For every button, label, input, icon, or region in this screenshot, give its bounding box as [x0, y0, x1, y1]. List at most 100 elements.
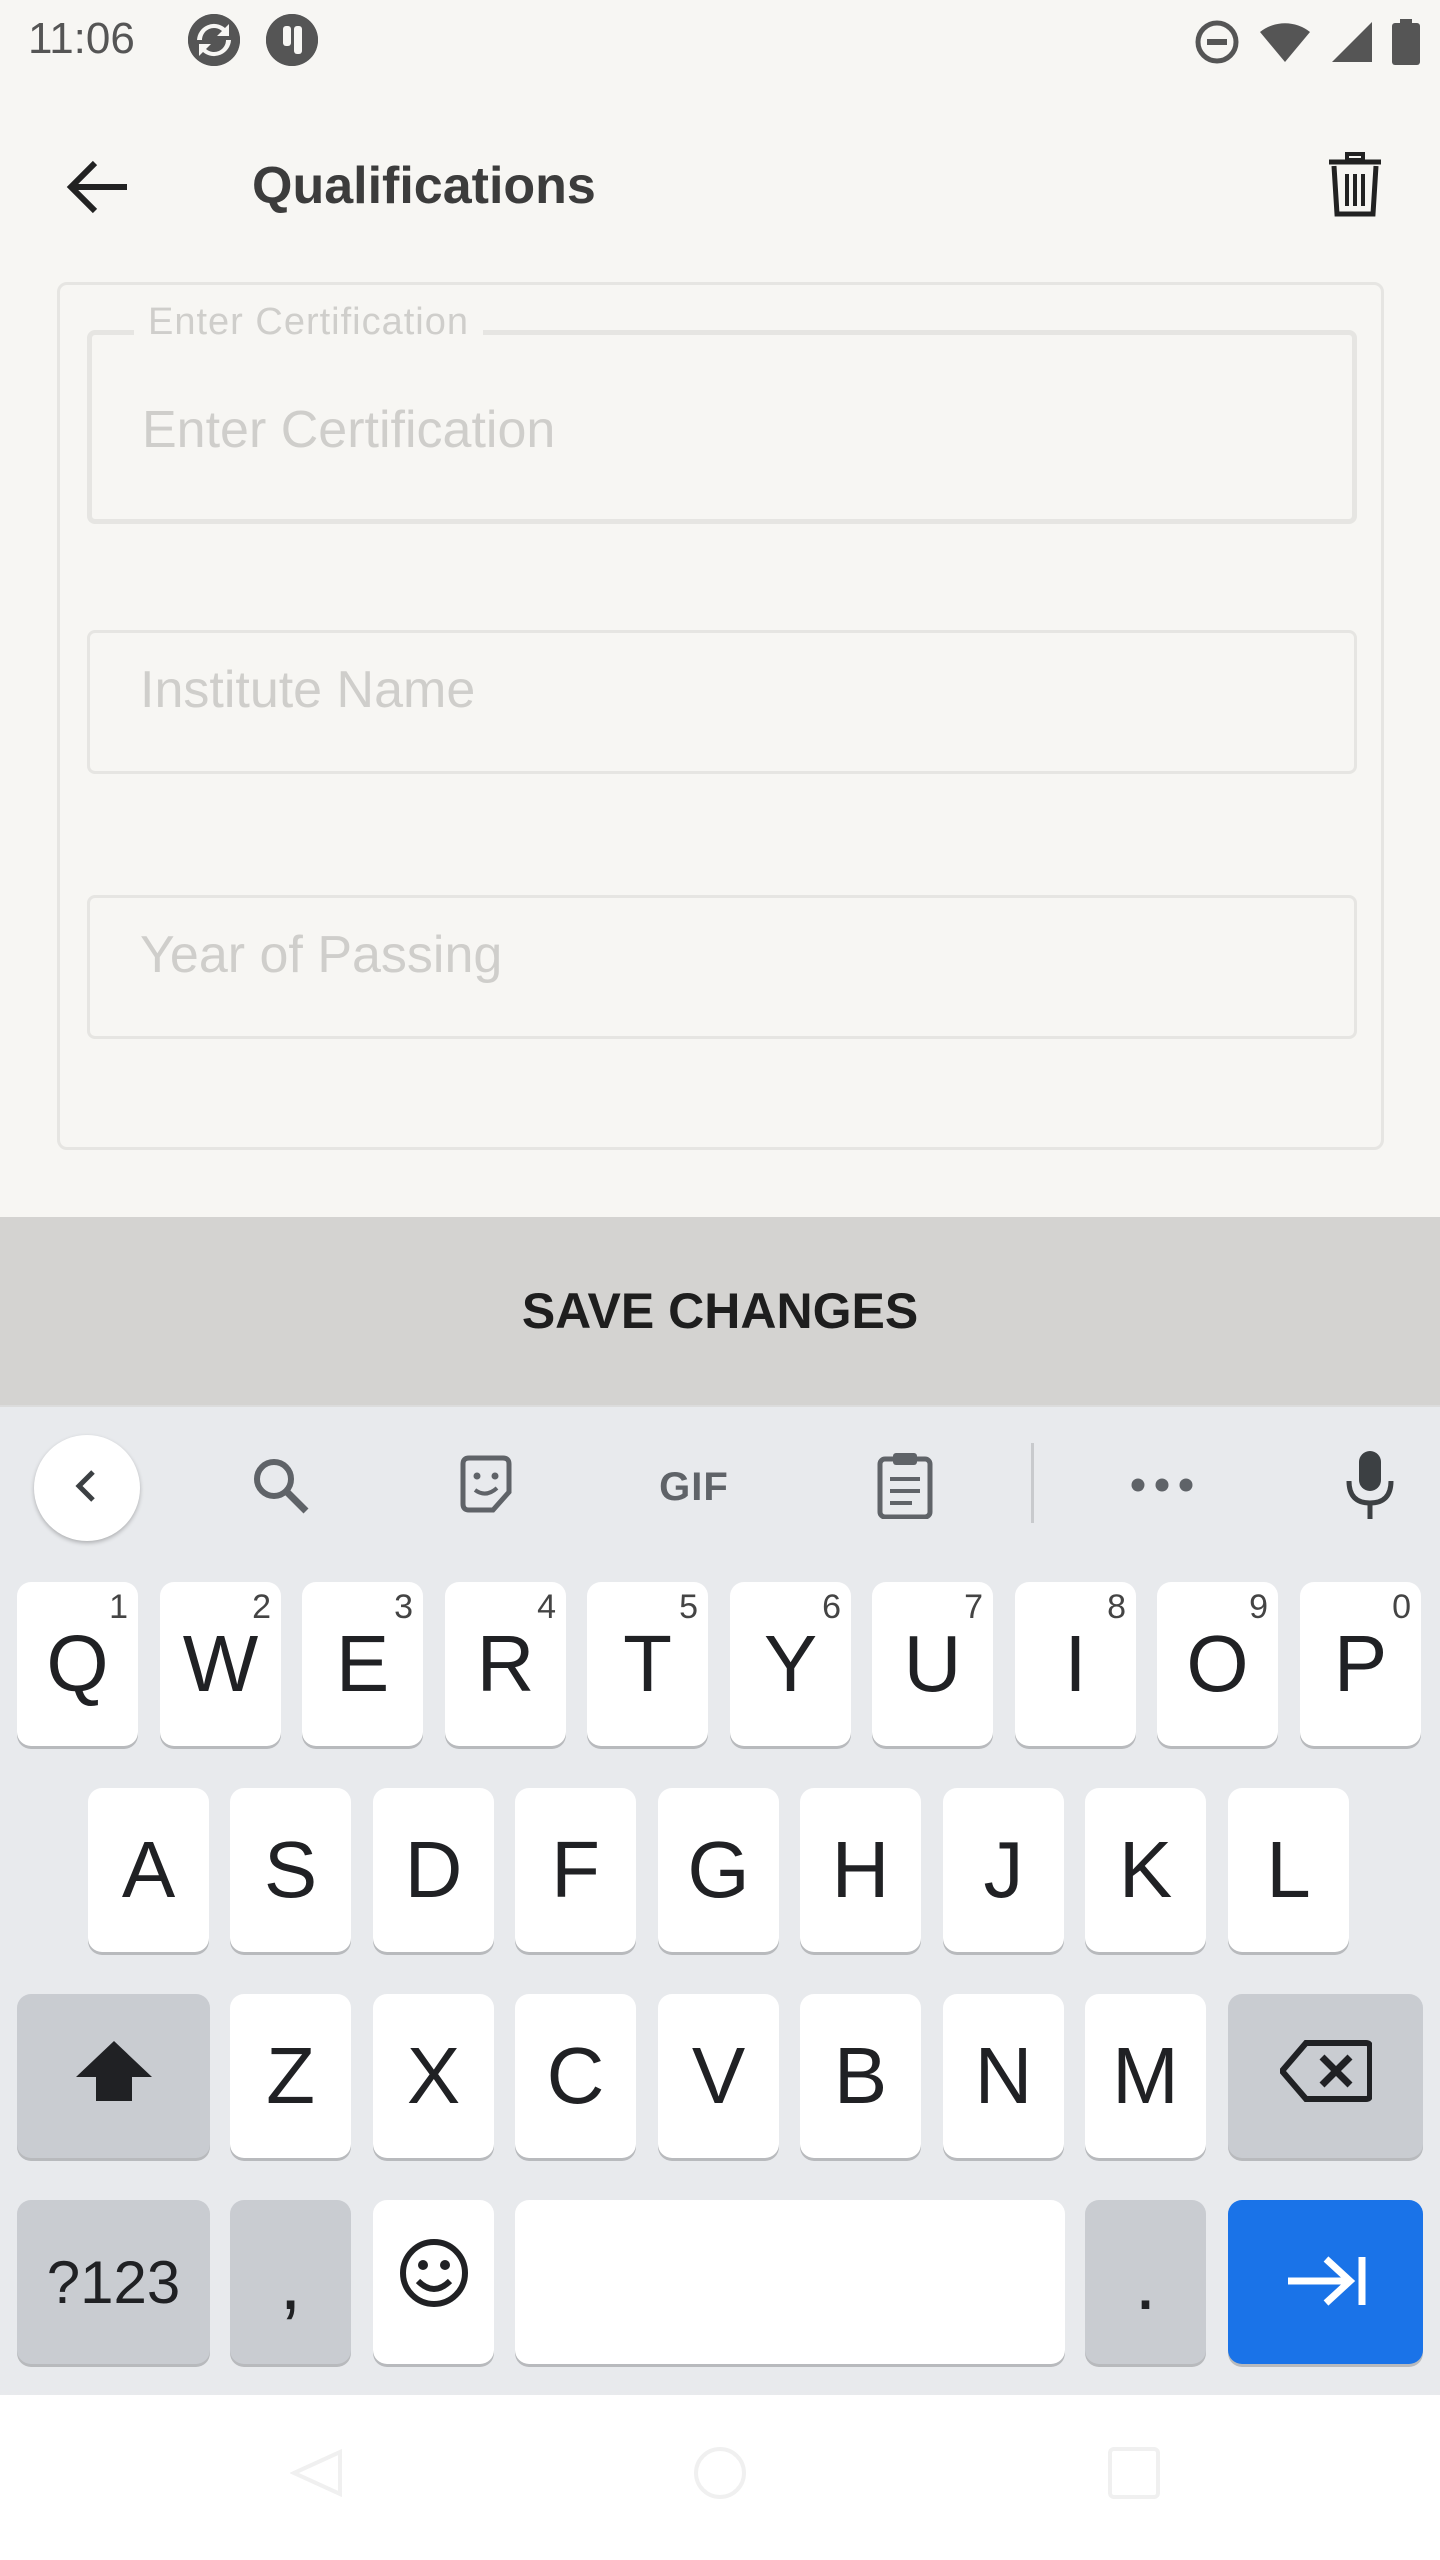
arrow-left-icon	[65, 159, 129, 220]
key-w[interactable]: W2	[160, 1582, 281, 1746]
nav-recents-icon	[1106, 2445, 1162, 2506]
system-navigation-bar	[0, 2395, 1440, 2560]
battery-icon	[1392, 19, 1420, 65]
shift-key[interactable]	[17, 1994, 210, 2158]
key-label: N	[974, 2031, 1033, 2120]
key-y[interactable]: Y6	[730, 1582, 851, 1746]
comma-key[interactable]: ,	[230, 2200, 351, 2364]
key-label: D	[404, 1825, 463, 1914]
key-z[interactable]: Z	[230, 1994, 351, 2158]
key-q[interactable]: Q1	[17, 1582, 138, 1746]
key-c[interactable]: C	[515, 1994, 636, 2158]
shift-icon	[74, 2030, 154, 2122]
year-of-passing-input[interactable]	[140, 886, 1300, 1024]
key-b[interactable]: B	[800, 1994, 921, 2158]
institute-name-input[interactable]	[140, 621, 1300, 759]
microphone-icon	[1344, 1449, 1396, 1526]
page-title: Qualifications	[252, 157, 596, 215]
certification-field[interactable]: Enter Certification	[87, 301, 1357, 524]
app-bar: Qualifications	[0, 84, 1440, 280]
key-label: .	[1134, 2237, 1157, 2326]
key-label: U	[903, 1619, 962, 1708]
period-key[interactable]: .	[1085, 2200, 1206, 2364]
key-label: M	[1112, 2031, 1179, 2120]
back-button[interactable]	[52, 144, 142, 234]
key-label: L	[1266, 1825, 1311, 1914]
nav-home-button[interactable]	[680, 2435, 760, 2515]
sticker-icon	[455, 1454, 517, 1521]
trash-icon	[1327, 151, 1383, 223]
save-changes-button[interactable]: SAVE CHANGES	[0, 1217, 1440, 1405]
institute-field[interactable]	[87, 621, 1357, 774]
key-v[interactable]: V	[658, 1994, 779, 2158]
key-u[interactable]: U7	[872, 1582, 993, 1746]
gif-icon: GIF	[659, 1464, 729, 1509]
emoji-key[interactable]	[373, 2200, 494, 2364]
key-o[interactable]: O9	[1157, 1582, 1278, 1746]
save-changes-label: SAVE CHANGES	[521, 1283, 919, 1339]
status-time: 11:06	[28, 14, 135, 63]
certification-input[interactable]	[142, 355, 1302, 505]
key-label: H	[831, 1825, 890, 1914]
key-p[interactable]: P0	[1300, 1582, 1421, 1746]
nav-back-button[interactable]	[280, 2435, 360, 2515]
keyboard-search-button[interactable]	[230, 1437, 330, 1537]
key-x[interactable]: X	[373, 1994, 494, 2158]
key-label: W	[182, 1619, 259, 1708]
backspace-key[interactable]	[1228, 1994, 1423, 2158]
key-e[interactable]: E3	[302, 1582, 423, 1746]
key-a[interactable]: A	[88, 1788, 209, 1952]
keyboard-more-button[interactable]	[1112, 1437, 1212, 1537]
keyboard-toolbar: GIF	[0, 1407, 1440, 1561]
key-label: X	[406, 2031, 461, 2120]
keyboard-collapse-button[interactable]	[34, 1435, 140, 1541]
key-label: C	[546, 2031, 605, 2120]
key-i[interactable]: I8	[1015, 1582, 1136, 1746]
delete-button[interactable]	[1312, 142, 1398, 232]
keyboard-clipboard-button[interactable]	[855, 1437, 955, 1537]
key-s[interactable]: S	[230, 1788, 351, 1952]
key-label: R	[476, 1619, 535, 1708]
key-l[interactable]: L	[1228, 1788, 1349, 1952]
key-h[interactable]: H	[800, 1788, 921, 1952]
key-label: ,	[279, 2237, 302, 2326]
key-hint: 3	[394, 1588, 413, 1626]
key-g[interactable]: G	[658, 1788, 779, 1952]
keyboard-gif-button[interactable]: GIF	[644, 1437, 744, 1537]
keyboard-sticker-button[interactable]	[436, 1437, 536, 1537]
nav-recents-button[interactable]	[1094, 2435, 1174, 2515]
key-m[interactable]: M	[1085, 1994, 1206, 2158]
key-label: Y	[763, 1619, 818, 1708]
symbols-key[interactable]: ?123	[17, 2200, 210, 2364]
key-label: E	[335, 1619, 390, 1708]
key-label: O	[1186, 1619, 1249, 1708]
qualification-form: Enter Certification	[57, 282, 1384, 1150]
key-k[interactable]: K	[1085, 1788, 1206, 1952]
key-d[interactable]: D	[373, 1788, 494, 1952]
certification-label: Enter Certification	[134, 301, 484, 344]
key-j[interactable]: J	[943, 1788, 1064, 1952]
status-icons	[1194, 18, 1420, 66]
key-r[interactable]: R4	[445, 1582, 566, 1746]
key-label: T	[623, 1619, 672, 1708]
key-f[interactable]: F	[515, 1788, 636, 1952]
key-label: Q	[46, 1619, 109, 1708]
emoji-icon	[398, 2236, 470, 2328]
key-n[interactable]: N	[943, 1994, 1064, 2158]
key-t[interactable]: T5	[587, 1582, 708, 1746]
key-hint: 1	[109, 1588, 128, 1626]
key-hint: 8	[1107, 1588, 1126, 1626]
spacebar-key[interactable]	[515, 2200, 1065, 2364]
next-field-key[interactable]	[1228, 2200, 1423, 2364]
key-label: A	[121, 1825, 176, 1914]
keyboard-voice-button[interactable]	[1320, 1437, 1420, 1537]
clipboard-icon	[876, 1451, 934, 1524]
on-screen-keyboard: GIF Q1 W2 E3 R4 T5 Y6 U7 I8 O9 P0 A S D …	[0, 1405, 1440, 2395]
key-hint: 7	[964, 1588, 983, 1626]
key-label: B	[833, 2031, 888, 2120]
key-label: Z	[266, 2031, 315, 2120]
year-field[interactable]	[87, 886, 1357, 1039]
key-hint: 9	[1249, 1588, 1268, 1626]
key-label: P	[1333, 1619, 1388, 1708]
nav-back-icon	[289, 2448, 350, 2503]
